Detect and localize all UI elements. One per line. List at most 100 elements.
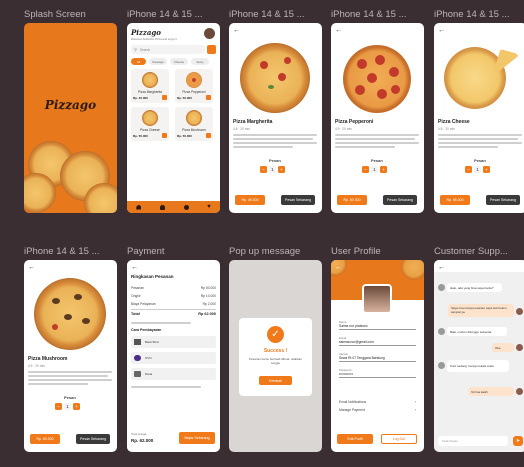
back-arrow-icon[interactable]: ← [438, 27, 445, 34]
quantity-stepper[interactable]: − 1 + [55, 403, 80, 410]
profile-screen: ← Nama Salma nur prabowo Email salmaa.nu… [331, 260, 424, 452]
plus-button[interactable]: + [483, 166, 490, 173]
name-field[interactable]: Salma nur prabowo [339, 322, 416, 330]
description-line [233, 138, 313, 140]
pizza-meta: 4.8 · 20 min [233, 127, 250, 131]
payment-option[interactable]: Bank BCA [131, 336, 216, 348]
user-avatar [516, 388, 523, 395]
settings-link[interactable]: Manage Payment › [339, 408, 416, 412]
price-button[interactable]: Rp. 45.000 [235, 195, 265, 205]
add-to-cart-button[interactable] [206, 133, 211, 138]
description-line [438, 142, 522, 144]
quantity-stepper[interactable]: − 1 + [465, 166, 490, 173]
product-card[interactable]: Pizza Margherita Rp. 45.000 [131, 69, 169, 103]
support-screen: ← Halo, ada yang bisa saya bantu? Saya m… [434, 260, 524, 452]
order-button[interactable]: Pesan Sekarang [486, 195, 520, 205]
description-line [438, 146, 498, 148]
topping [64, 314, 72, 320]
logo: Pizzago [44, 98, 97, 112]
order-button[interactable]: Pesan Sekarang [383, 195, 417, 205]
address-field[interactable]: Sewa Rt 07 Tenggara Bandung [339, 354, 416, 362]
settings-link[interactable]: Email Notifications › [339, 400, 416, 404]
avatar[interactable] [204, 28, 215, 39]
back-arrow-icon[interactable]: ← [233, 27, 240, 34]
frame-label: User Profile [331, 246, 381, 257]
plus-button[interactable]: + [278, 166, 285, 173]
profile-avatar[interactable] [362, 284, 392, 314]
back-arrow-icon[interactable]: ← [438, 264, 445, 271]
back-arrow-icon[interactable]: ← [28, 264, 35, 271]
filter-button[interactable] [207, 45, 216, 54]
minus-button[interactable]: − [362, 166, 369, 173]
pay-button[interactable]: Bayar Sekarang [179, 432, 215, 444]
add-to-cart-button[interactable] [162, 133, 167, 138]
add-to-cart-button[interactable] [162, 95, 167, 100]
plus-button[interactable]: + [73, 403, 80, 410]
minus-button[interactable]: − [260, 166, 267, 173]
summary-row: Pesanan Rp 50.000 [131, 286, 216, 290]
category-chip[interactable]: Spicy [191, 58, 209, 65]
qty-value: 1 [371, 166, 378, 173]
quantity-stepper[interactable]: − 1 + [362, 166, 387, 173]
search-input[interactable]: ⚲ Search [131, 45, 205, 54]
topping [375, 55, 385, 65]
product-card[interactable]: Pizza Pepperoni Rp. 50.000 [175, 69, 213, 103]
send-icon: ➤ [515, 438, 521, 444]
password-field[interactable]: •••••••••••• [339, 370, 416, 378]
add-to-cart-button[interactable] [206, 95, 211, 100]
row-key: Pesanan [131, 286, 145, 290]
chat-message: Halo, ada yang bisa saya bantu? [447, 283, 502, 292]
payment-option-label: OVO [145, 356, 152, 360]
methods-heading: Cara Pembayaran [131, 328, 162, 332]
footer-total-label: Total Harga [131, 432, 147, 436]
frame-label: iPhone 14 & 15 ... [24, 246, 100, 257]
topping [357, 59, 367, 69]
back-arrow-icon[interactable]: ← [335, 27, 342, 34]
plus-button[interactable]: + [380, 166, 387, 173]
product-name: Pizza Mushroom [182, 128, 206, 132]
edit-profile-button[interactable]: Edit Profil [337, 434, 373, 444]
check-icon: ✓ [267, 326, 284, 343]
back-arrow-icon[interactable]: ← [335, 264, 342, 271]
qty-value: 1 [474, 166, 481, 173]
product-card[interactable]: Pizza Mushroom Rp. 50.000 [175, 107, 213, 141]
description-line [28, 383, 88, 385]
chat-message: Terima kasih [468, 387, 514, 396]
price-button[interactable]: Rp. 50.000 [337, 195, 367, 205]
order-button[interactable]: Pesan Sekarang [76, 434, 110, 444]
description-line [28, 375, 108, 377]
category-chip[interactable]: Sausage [149, 58, 167, 65]
category-chip-all[interactable]: All [131, 58, 146, 65]
frame-label: iPhone 14 & 15 ... [434, 9, 510, 20]
home-icon[interactable] [136, 204, 142, 210]
heart-icon[interactable]: ♥ [207, 204, 211, 210]
quantity-stepper[interactable]: − 1 + [260, 166, 285, 173]
logout-button[interactable]: Log Out [381, 434, 417, 444]
qty-label: Pesan [64, 395, 76, 400]
email-field[interactable]: salmaa.nur@gmail.com [339, 338, 416, 346]
product-card[interactable]: Pizza Cheese Rp. 55.000 [131, 107, 169, 141]
minus-button[interactable]: − [55, 403, 62, 410]
pizza-image [444, 47, 506, 109]
user-icon[interactable] [159, 204, 165, 210]
chat-icon[interactable] [183, 204, 189, 210]
note-line [131, 322, 191, 324]
payment-option[interactable]: Dana [131, 368, 216, 380]
price-button[interactable]: Rp. 55.000 [440, 195, 470, 205]
product-name: Pizza Margherita [138, 90, 162, 94]
chevron-right-icon: › [414, 408, 416, 412]
payment-option[interactable]: OVO [131, 352, 216, 364]
price-button[interactable]: Rp. 50.000 [30, 434, 60, 444]
back-button[interactable]: Kembali [259, 376, 292, 385]
pizza-title: Pizza Margherita [233, 119, 273, 125]
home-screen: Pizzago Discover Authentic Pizza and enj… [127, 23, 220, 213]
order-button[interactable]: Pesan Sekarang [281, 195, 315, 205]
product-name: Pizza Pepperoni [182, 90, 206, 94]
minus-button[interactable]: − [465, 166, 472, 173]
category-chip[interactable]: Cheese [170, 58, 188, 65]
message-input[interactable]: Ketik Pesan [438, 436, 508, 446]
back-arrow-icon[interactable]: ← [131, 264, 138, 271]
send-button[interactable]: ➤ [513, 436, 523, 446]
success-title: Success ! [263, 348, 288, 354]
total-label: Total [131, 312, 140, 316]
